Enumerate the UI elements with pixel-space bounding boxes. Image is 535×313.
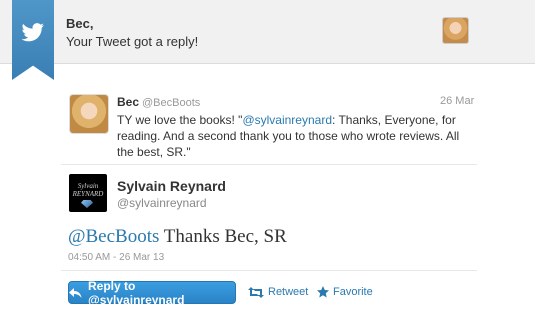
original-tweet-handle[interactable]: @BecBoots [142, 97, 200, 109]
reply-body: Thanks Bec, SR [159, 226, 287, 247]
retweet-button[interactable]: Retweet [248, 286, 308, 298]
favorite-label: Favorite [333, 286, 373, 298]
reply-button-label: Reply to @sylvainreynard [88, 278, 185, 307]
reply-author-avatar[interactable]: Sylvain REYNARD [69, 174, 107, 212]
divider [61, 164, 477, 165]
notification-header: Bec, Your Tweet got a reply! [0, 0, 535, 80]
reply-arrow-icon [69, 287, 82, 298]
reply-author-handle[interactable]: @sylvainreynard [117, 196, 207, 210]
star-icon [317, 286, 329, 298]
original-tweet-mention-link[interactable]: @sylvainreynard [242, 113, 332, 127]
original-tweet-text: TY we love the books! "@sylvainreynard: … [117, 112, 477, 160]
retweet-icon [248, 286, 264, 298]
retweet-label: Retweet [268, 286, 309, 298]
gem-icon [81, 200, 93, 208]
original-tweet-name[interactable]: Bec [117, 95, 139, 109]
favorite-button[interactable]: Favorite [317, 286, 373, 298]
original-tweet-date[interactable]: 26 Mar [440, 95, 474, 107]
recipient-name: Bec, [66, 16, 94, 31]
reply-timestamp[interactable]: 04:50 AM - 26 Mar 13 [68, 252, 164, 263]
twitter-ribbon [12, 0, 54, 80]
reply-tweet-text: @BecBoots Thanks Bec, SR [68, 226, 287, 248]
reply-mention-link[interactable]: @BecBoots [68, 226, 159, 247]
recipient-avatar[interactable] [442, 17, 469, 44]
original-tweet-text-before: TY we love the books! " [117, 113, 243, 127]
twitter-bird-icon [21, 23, 44, 42]
reply-button[interactable]: Reply to @sylvainreynard [68, 278, 236, 307]
original-tweet-author[interactable]: Bec @BecBoots [117, 95, 200, 109]
notification-message: Your Tweet got a reply! [66, 34, 199, 49]
reply-author-name[interactable]: Sylvain Reynard [117, 178, 226, 194]
divider [61, 270, 477, 271]
original-tweet-avatar[interactable] [69, 94, 109, 134]
avatar-logo: Sylvain REYNARD [72, 182, 104, 198]
